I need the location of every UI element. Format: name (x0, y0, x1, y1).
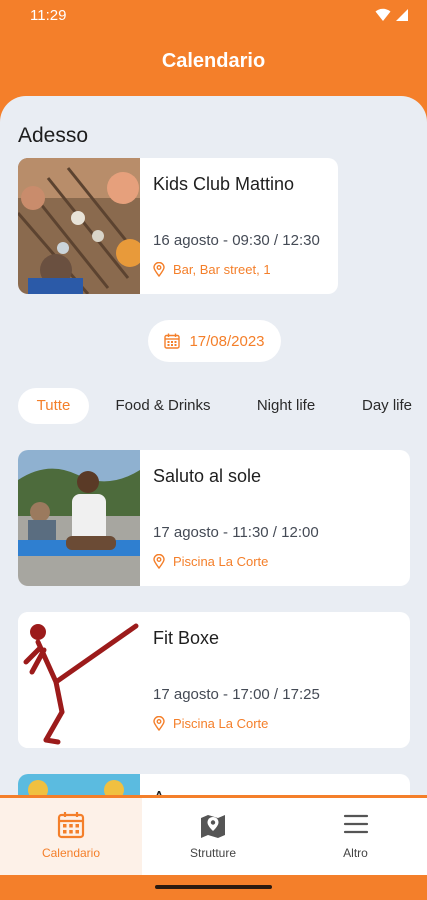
event-location: Bar, Bar street, 1 (153, 262, 271, 277)
event-location: Piscina La Corte (153, 716, 268, 731)
location-pin-icon (153, 554, 165, 569)
location-pin-icon (153, 716, 165, 731)
event-image-fit-boxe (18, 612, 140, 748)
event-time: 16 agosto - 09:30 / 12:30 (153, 232, 320, 249)
status-bar: 11:29 (0, 0, 427, 30)
event-title: Saluto al sole (153, 466, 262, 486)
event-title: Kids Club Mattino (153, 174, 295, 194)
bottom-nav: Calendario Strutture Altro (0, 795, 427, 875)
event-title: Fit Boxe (153, 628, 220, 648)
gesture-bar[interactable] (155, 885, 272, 889)
event-card[interactable]: A (18, 774, 410, 796)
status-icons (375, 8, 409, 22)
calendar-icon (164, 333, 181, 349)
nav-label: Calendario (41, 846, 101, 860)
signal-icon (396, 9, 408, 21)
event-card[interactable]: Saluto al sole 17 agosto - 11:30 / 12:00… (18, 450, 410, 586)
event-image-kids-club (18, 158, 140, 294)
now-section-title: Adesso (18, 124, 89, 147)
app-bar: Calendario (0, 30, 427, 96)
location-pin-icon (153, 262, 165, 277)
filter-chip-day-life[interactable]: Day life (350, 388, 424, 424)
now-event-card[interactable]: Kids Club Mattino 16 agosto - 09:30 / 12… (18, 158, 338, 294)
gesture-area (0, 875, 427, 900)
nav-label: Altro (343, 846, 368, 860)
event-location-text: Piscina La Corte (173, 554, 269, 569)
event-location-text: Piscina La Corte (173, 716, 269, 731)
main-content[interactable]: Adesso Kids Club Mattino 16 agosto - 09:… (0, 96, 427, 796)
event-time: 17 agosto - 11:30 / 12:00 (153, 524, 319, 541)
nav-altro[interactable]: Altro (284, 798, 427, 875)
filter-chip-food-drinks[interactable]: Food & Drinks (104, 388, 222, 424)
event-location: Piscina La Corte (153, 554, 268, 569)
nav-strutture[interactable]: Strutture (142, 798, 284, 875)
menu-icon (343, 814, 368, 834)
event-card[interactable]: Fit Boxe 17 agosto - 17:00 / 17:25 Pisci… (18, 612, 410, 748)
filter-chips: Tutte Food & Drinks Night life Day life (0, 388, 427, 426)
nav-calendario[interactable]: Calendario (0, 798, 142, 875)
nav-label: Strutture (189, 846, 237, 860)
status-time: 11:29 (30, 7, 67, 24)
calendar-icon (57, 812, 85, 839)
date-picker[interactable]: 17/08/2023 (148, 320, 281, 362)
event-location-text: Bar, Bar street, 1 (173, 262, 271, 277)
filter-chip-tutte[interactable]: Tutte (18, 388, 89, 424)
map-icon (201, 815, 225, 838)
filter-chip-night-life[interactable]: Night life (240, 388, 332, 424)
page-title: Calendario (161, 50, 266, 72)
event-image-partial (18, 774, 140, 796)
event-time: 17 agosto - 17:00 / 17:25 (153, 686, 320, 703)
event-image-saluto-al-sole (18, 450, 140, 586)
date-picker-value: 17/08/2023 (189, 332, 265, 350)
wifi-icon (375, 8, 391, 21)
